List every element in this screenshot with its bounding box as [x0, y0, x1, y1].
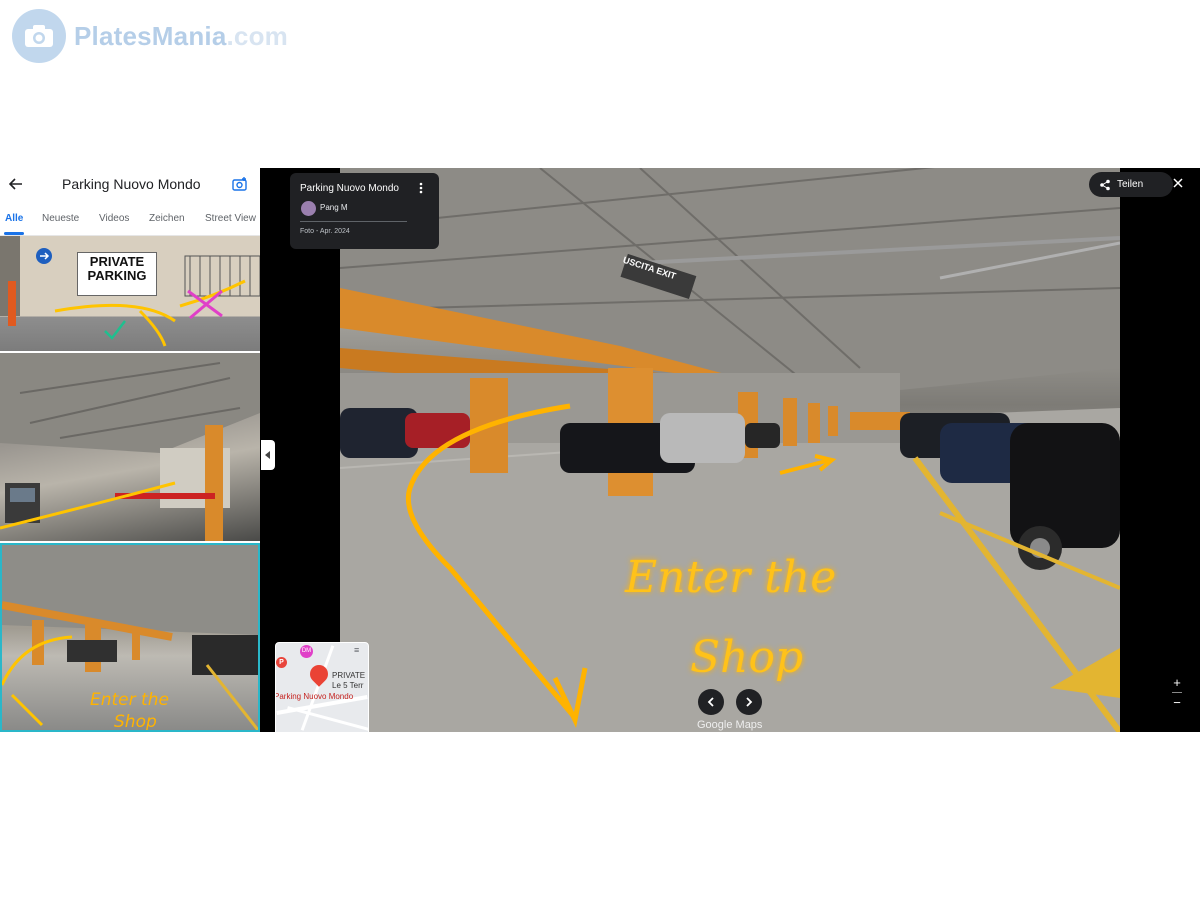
photo-thumbnail[interactable] [0, 353, 260, 541]
maps-photo-viewer: Parking Nuovo Mondo Alle Neueste Videos … [0, 168, 1200, 732]
photo-thumbnail-selected[interactable]: Enter the Shop [0, 543, 260, 732]
map-label: Le 5 Terr [332, 681, 364, 690]
share-icon [1100, 179, 1110, 190]
zoom-in-button[interactable]: + [1170, 676, 1184, 690]
close-icon [1173, 178, 1183, 188]
add-photo-button[interactable] [230, 174, 250, 194]
parking-marker-icon: P [276, 657, 287, 668]
share-button[interactable]: Teilen [1089, 172, 1173, 197]
arrow-left-icon [9, 178, 22, 190]
thumbnail-graphic: Enter the Shop [2, 545, 258, 730]
tab-alle[interactable]: Alle [5, 213, 23, 224]
more-options-button[interactable] [416, 182, 426, 196]
watermark-text: PlatesMania.com [74, 20, 288, 51]
photo-place-title: Parking Nuovo Mondo [300, 183, 399, 194]
panel-title: Parking Nuovo Mondo [62, 176, 201, 192]
chevron-left-icon [707, 697, 714, 707]
divider [1172, 692, 1182, 693]
layers-icon[interactable]: ≡ [354, 645, 359, 655]
annotation-text: Shop [114, 712, 157, 730]
previous-photo-button[interactable] [698, 689, 724, 715]
photo-thumbnail[interactable]: PRIVATE PARKING [0, 236, 260, 351]
divider [300, 221, 407, 222]
photo-date: Foto - Apr. 2024 [300, 228, 350, 235]
map-label: PRIVATE [332, 671, 366, 680]
chevron-right-icon [746, 697, 753, 707]
active-tab-indicator [4, 232, 24, 235]
map-road [287, 706, 368, 732]
place-marker-icon: DM [300, 645, 313, 658]
close-button[interactable] [1168, 174, 1188, 194]
contributor-name[interactable]: Pang M [320, 203, 348, 212]
collapse-panel-button[interactable] [261, 440, 275, 470]
street-view-photo[interactable]: USCITA EXIT Enter the Shop [340, 168, 1120, 732]
camera-icon [12, 9, 66, 63]
tab-neueste[interactable]: Neueste [42, 213, 79, 224]
google-maps-attribution: Google Maps [697, 719, 763, 731]
more-vert-icon [419, 182, 423, 194]
overlay-annotation-line1: Enter the [625, 552, 837, 603]
tab-street-view[interactable]: Street View [205, 213, 256, 224]
share-label: Teilen [1117, 179, 1144, 190]
back-button[interactable] [6, 174, 26, 194]
mini-map[interactable]: P DM ≡ PRIVATE Le 5 Terr Parking Nuovo M… [275, 642, 369, 732]
zoom-out-button[interactable]: − [1170, 696, 1184, 710]
avatar[interactable] [301, 201, 316, 216]
private-parking-sign: PRIVATE PARKING [77, 252, 157, 296]
tab-videos[interactable]: Videos [99, 213, 129, 224]
photo-info-card: Parking Nuovo Mondo Pang M Foto - Apr. 2… [290, 173, 439, 249]
location-pin-icon [306, 661, 332, 687]
photo-tabs: Alle Neueste Videos Zeichen Street View [0, 205, 260, 236]
annotation-text: Enter the [90, 690, 169, 710]
thumbnail-graphic [0, 353, 260, 541]
caret-left-icon [265, 451, 270, 459]
overlay-annotation-line2: Shop [690, 632, 804, 683]
add-photo-icon [232, 177, 247, 191]
watermark-logo: PlatesMania.com [12, 9, 288, 63]
tab-zeichen[interactable]: Zeichen [149, 213, 185, 224]
photo-list-panel: Parking Nuovo Mondo Alle Neueste Videos … [0, 168, 260, 732]
map-place-label: Parking Nuovo Mondo [275, 692, 354, 701]
next-photo-button[interactable] [736, 689, 762, 715]
